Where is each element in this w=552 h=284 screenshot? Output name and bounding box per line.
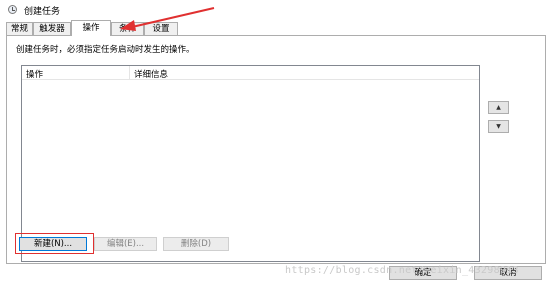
tab-actions[interactable]: 操作: [71, 20, 111, 36]
annotation-arrow-icon: [120, 7, 215, 31]
